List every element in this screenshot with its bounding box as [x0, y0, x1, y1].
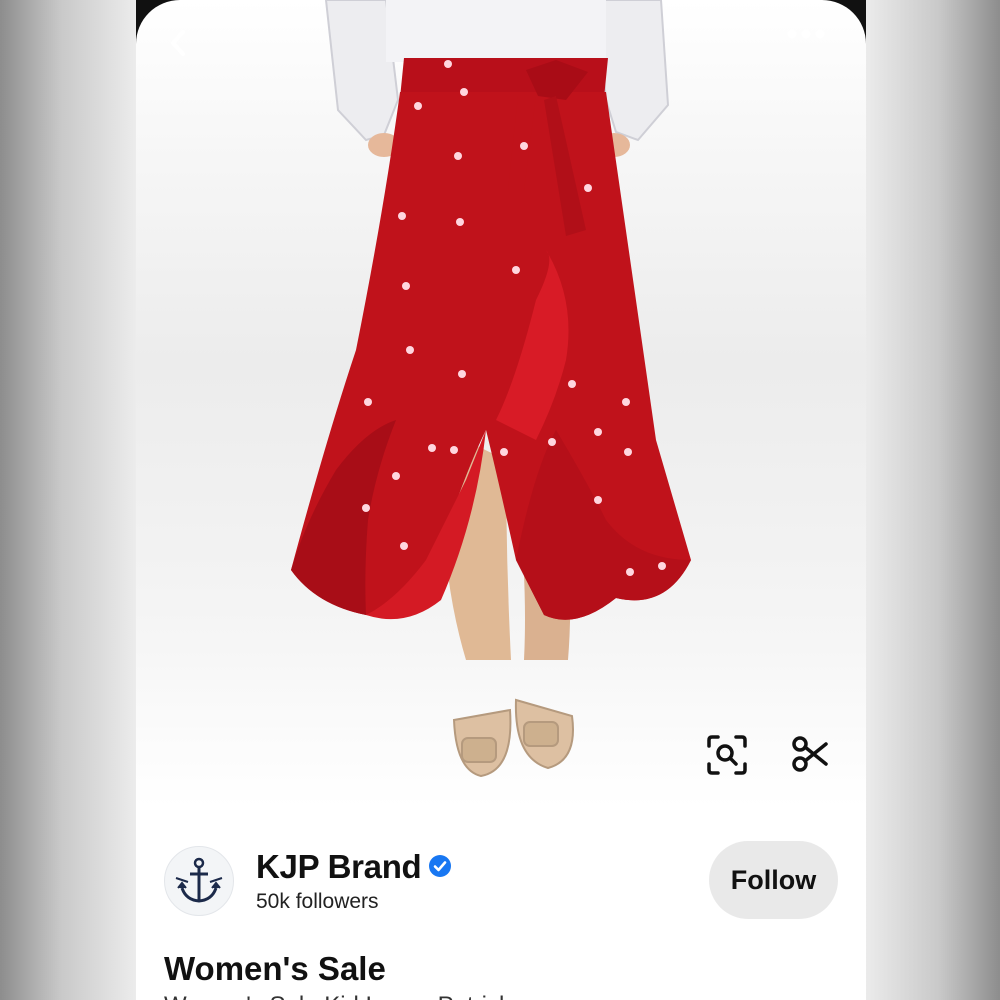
scissors-icon [792, 736, 828, 772]
chevron-left-icon [171, 30, 185, 56]
visual-search-button[interactable] [706, 734, 758, 786]
follower-count: 50k followers [256, 890, 379, 913]
pin-subtitle: Women's Sale Kid Lenny Patrick [164, 992, 511, 1000]
creator-avatar[interactable] [164, 846, 234, 916]
left-backdrop [0, 0, 136, 1000]
pin-details-panel: KJP Brand 50k followers Follow Women's S… [136, 808, 866, 1000]
creator-name[interactable]: KJP Brand [256, 848, 422, 886]
cutout-button[interactable] [790, 734, 842, 786]
anchor-icon [175, 857, 223, 903]
product-photo [291, 0, 691, 778]
ellipsis-icon [787, 29, 825, 39]
visual-search-icon [707, 735, 747, 775]
right-backdrop [864, 0, 1000, 1000]
pin-image[interactable] [136, 0, 866, 808]
pin-title: Women's Sale [164, 950, 386, 987]
pin-card: KJP Brand 50k followers Follow Women's S… [136, 0, 866, 1000]
verified-badge-icon [429, 855, 451, 877]
back-button[interactable] [164, 28, 212, 76]
follow-button[interactable]: Follow [709, 841, 838, 919]
more-options-button[interactable] [786, 28, 838, 76]
